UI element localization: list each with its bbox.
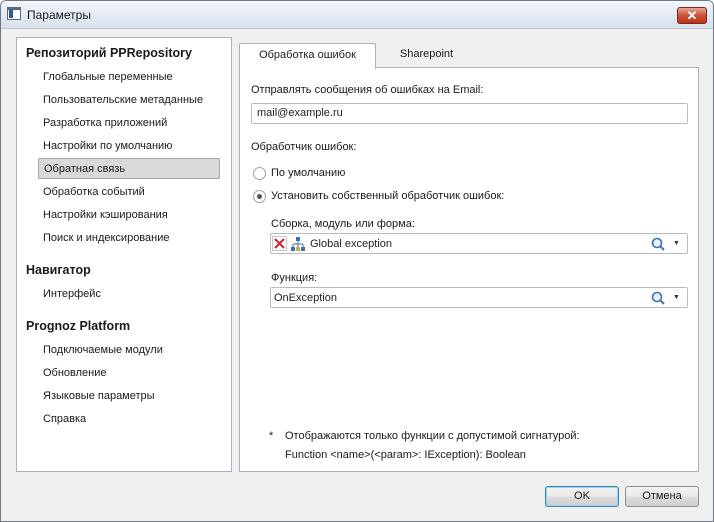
tab-sharepoint[interactable]: Sharepoint (379, 43, 474, 68)
footnote-line2: Function <name>(<param>: IException): Bo… (285, 449, 526, 461)
footnote-line1: Отображаются только функции с допустимой… (285, 430, 580, 442)
settings-category-tree: Репозиторий PPRepository Глобальные пере… (16, 37, 232, 472)
tab-error-handling[interactable]: Обработка ошибок (239, 43, 376, 69)
title-bar[interactable]: Параметры ✕ (1, 1, 713, 29)
section-title-platform: Prognoz Platform (26, 319, 131, 333)
ok-button[interactable]: OK (545, 486, 619, 507)
nav-item-user-metadata[interactable]: Пользовательские метаданные (38, 90, 220, 111)
nav-item-default-settings[interactable]: Настройки по умолчанию (38, 136, 220, 157)
nav-item-cache-settings[interactable]: Настройки кэширования (38, 205, 220, 226)
radio-default-handler[interactable] (253, 167, 266, 180)
assembly-value: Global exception (310, 238, 392, 250)
app-window-icon (7, 7, 21, 20)
error-handling-panel: Отправлять сообщения об ошибках на Email… (239, 67, 699, 472)
nav-item-event-handling[interactable]: Обработка событий (38, 182, 220, 203)
search-icon[interactable] (651, 237, 667, 251)
nav-item-update[interactable]: Обновление (38, 363, 220, 384)
chevron-down-icon[interactable]: ▼ (673, 238, 681, 248)
section-title-navigator: Навигатор (26, 263, 91, 277)
close-button[interactable]: ✕ (677, 7, 707, 24)
handler-label: Обработчик ошибок: (251, 141, 357, 153)
function-label: Функция: (271, 272, 318, 284)
email-label: Отправлять сообщения об ошибках на Email… (251, 84, 484, 96)
function-value: OnException (274, 292, 337, 304)
radio-custom-handler[interactable] (253, 190, 266, 203)
radio-custom-label: Установить собственный обработчик ошибок… (271, 190, 505, 202)
nav-item-app-development[interactable]: Разработка приложений (38, 113, 220, 134)
chevron-down-icon[interactable]: ▼ (673, 292, 681, 302)
search-icon[interactable] (651, 291, 667, 305)
assembly-combo[interactable]: Global exception ▼ (270, 233, 688, 254)
radio-default-label: По умолчанию (271, 167, 346, 179)
clear-x-icon[interactable] (272, 236, 287, 251)
footnote-star: * (269, 430, 274, 442)
nav-item-feedback[interactable]: Обратная связь (38, 158, 220, 179)
nav-item-language[interactable]: Языковые параметры (38, 386, 220, 407)
nav-item-plugins[interactable]: Подключаемые модули (38, 340, 220, 361)
nav-item-help[interactable]: Справка (38, 409, 220, 430)
options-dialog: Параметры ✕ Репозиторий PPRepository Гло… (0, 0, 714, 522)
email-field[interactable]: mail@example.ru (251, 103, 688, 124)
hierarchy-tree-icon (290, 236, 306, 252)
section-title-repository: Репозиторий PPRepository (26, 46, 192, 60)
cancel-button[interactable]: Отмена (625, 486, 699, 507)
nav-item-global-variables[interactable]: Глобальные переменные (38, 67, 220, 88)
nav-item-search-indexing[interactable]: Поиск и индексирование (38, 228, 220, 249)
function-combo[interactable]: OnException ▼ (270, 287, 688, 308)
nav-item-interface[interactable]: Интерфейс (38, 284, 220, 305)
window-title: Параметры (27, 8, 91, 22)
assembly-label: Сборка, модуль или форма: (271, 218, 415, 230)
